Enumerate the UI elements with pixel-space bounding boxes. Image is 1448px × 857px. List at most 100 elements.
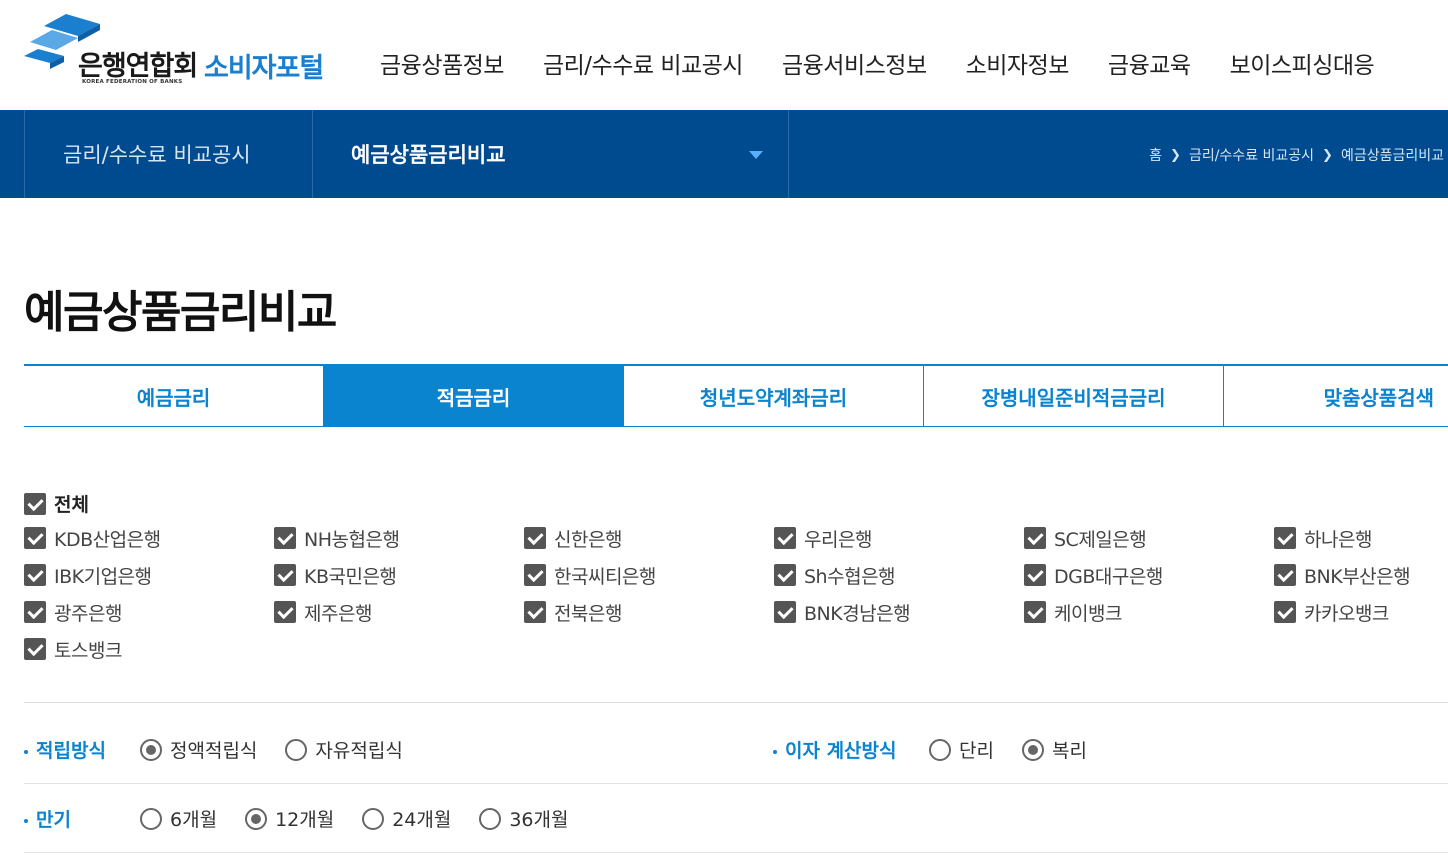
checkbox[interactable] xyxy=(524,527,546,549)
bank-label: 케이뱅크 xyxy=(1054,602,1122,625)
breadcrumb-section[interactable]: 금리/수수료 비교공시 xyxy=(1189,145,1314,165)
checkbox[interactable] xyxy=(24,527,46,549)
bank-label: 카카오뱅크 xyxy=(1304,602,1389,625)
global-nav: 금융상품정보 금리/수수료 비교공시 금융서비스정보 소비자정보 금융교육 보이… xyxy=(380,46,1413,80)
bank-checkbox[interactable]: 카카오뱅크 xyxy=(1274,600,1448,625)
term-radio-group: 6개월 12개월 24개월 36개월 xyxy=(140,805,596,832)
bank-checkbox[interactable]: 제주은행 xyxy=(274,600,524,625)
check-all[interactable]: 전체 xyxy=(24,490,89,517)
breadcrumb-home[interactable]: 홈 xyxy=(1149,145,1162,165)
bank-checkbox[interactable]: 광주은행 xyxy=(24,600,274,625)
checkbox[interactable] xyxy=(274,564,296,586)
interest-method-label: 이자 계산방식 xyxy=(773,736,897,763)
gnb-item-education[interactable]: 금융교육 xyxy=(1108,46,1191,80)
radio-label: 36개월 xyxy=(509,809,569,831)
radio-button[interactable] xyxy=(362,807,385,830)
bank-label: 제주은행 xyxy=(304,602,372,625)
checkbox[interactable] xyxy=(24,564,46,586)
radio-button[interactable] xyxy=(479,807,502,830)
bank-checkbox[interactable]: 우리은행 xyxy=(774,526,1024,551)
bank-checkbox[interactable]: IBK기업은행 xyxy=(24,563,274,588)
radio-compound-interest[interactable]: 복리 xyxy=(1021,736,1087,763)
divider xyxy=(24,852,1448,853)
checkbox[interactable] xyxy=(24,638,46,660)
bullet-icon xyxy=(773,749,777,754)
radio-label: 자유적립식 xyxy=(315,740,403,762)
bank-checkbox[interactable]: 한국씨티은행 xyxy=(524,563,774,588)
subnav-section[interactable]: 금리/수수료 비교공시 xyxy=(24,110,313,198)
checkbox[interactable] xyxy=(1274,527,1296,549)
checkbox[interactable] xyxy=(274,527,296,549)
check-all-checkbox[interactable] xyxy=(24,492,46,515)
checkbox[interactable] xyxy=(1274,601,1296,623)
bank-label: 전북은행 xyxy=(554,602,622,625)
divider xyxy=(24,783,1448,784)
radio-button[interactable] xyxy=(140,807,162,830)
bank-checkbox[interactable]: NH농협은행 xyxy=(274,526,524,551)
radio-button[interactable] xyxy=(929,738,951,761)
site-header: 은행연합회 KOREA FEDERATION OF BANKS 소비자포털 금융… xyxy=(0,0,1448,110)
radio-button-selected[interactable] xyxy=(245,807,268,830)
gnb-item-voice-phishing[interactable]: 보이스피싱대응 xyxy=(1230,46,1375,80)
radio-button-selected[interactable] xyxy=(140,738,162,761)
radio-label: 복리 xyxy=(1051,740,1087,762)
gnb-item-products[interactable]: 금융상품정보 xyxy=(380,46,504,80)
checkbox[interactable] xyxy=(24,601,46,623)
tab-custom-search[interactable]: 맞춤상품검색 xyxy=(1224,366,1448,426)
radio-term-6[interactable]: 6개월 xyxy=(140,805,217,832)
tab-deposit-rate[interactable]: 예금금리 xyxy=(24,366,324,426)
bank-checkbox[interactable]: DGB대구은행 xyxy=(1024,563,1274,588)
checkbox[interactable] xyxy=(274,601,296,623)
checkbox[interactable] xyxy=(1024,527,1046,549)
bank-checkbox[interactable]: BNK경남은행 xyxy=(774,600,1024,625)
radio-label: 6개월 xyxy=(170,809,218,831)
tab-savings-rate[interactable]: 적금금리 xyxy=(324,366,624,426)
radio-button-selected[interactable] xyxy=(1021,738,1044,761)
radio-fixed-installment[interactable]: 정액적립식 xyxy=(140,736,257,763)
bank-checkbox[interactable]: 토스뱅크 xyxy=(24,637,274,662)
bank-label: Sh수협은행 xyxy=(804,565,896,588)
check-all-label: 전체 xyxy=(54,494,89,516)
radio-free-installment[interactable]: 자유적립식 xyxy=(285,736,403,763)
radio-simple-interest[interactable]: 단리 xyxy=(929,736,994,763)
interest-method-radio-group: 단리 복리 xyxy=(929,736,1115,763)
logo-portal-title: 소비자포털 xyxy=(204,53,324,84)
bank-checkbox[interactable]: KB국민은행 xyxy=(274,563,524,588)
checkbox[interactable] xyxy=(774,527,796,549)
checkbox[interactable] xyxy=(774,564,796,586)
bank-checkbox-list: KDB산업은행 NH농협은행 신한은행 우리은행 SC제일은행 하나은행 IBK… xyxy=(24,526,1448,662)
bank-label: BNK경남은행 xyxy=(804,602,911,625)
bank-checkbox[interactable]: 전북은행 xyxy=(524,600,774,625)
subnav-current-dropdown[interactable]: 예금상품금리비교 xyxy=(312,110,789,198)
checkbox[interactable] xyxy=(1024,601,1046,623)
bank-label: SC제일은행 xyxy=(1054,528,1147,551)
bank-checkbox[interactable]: Sh수협은행 xyxy=(774,563,1024,588)
gnb-item-consumer-info[interactable]: 소비자정보 xyxy=(966,46,1070,80)
bank-checkbox[interactable]: KDB산업은행 xyxy=(24,526,274,551)
term-label: 만기 xyxy=(24,805,71,832)
radio-button[interactable] xyxy=(285,738,308,761)
checkbox[interactable] xyxy=(524,564,546,586)
tab-youth-account-rate[interactable]: 청년도약계좌금리 xyxy=(624,366,924,426)
radio-term-36[interactable]: 36개월 xyxy=(479,805,568,832)
tab-soldier-savings-rate[interactable]: 장병내일준비적금금리 xyxy=(924,366,1224,426)
bank-checkbox[interactable]: 하나은행 xyxy=(1274,526,1448,551)
radio-term-24[interactable]: 24개월 xyxy=(362,805,451,832)
checkbox[interactable] xyxy=(1274,564,1296,586)
bank-checkbox[interactable]: 신한은행 xyxy=(524,526,774,551)
bank-checkbox[interactable]: SC제일은행 xyxy=(1024,526,1274,551)
logo-title: 은행연합회 xyxy=(78,51,198,82)
checkbox[interactable] xyxy=(774,601,796,623)
bullet-icon xyxy=(24,818,28,823)
checkbox[interactable] xyxy=(524,601,546,623)
logo-subtitle: KOREA FEDERATION OF BANKS xyxy=(82,79,183,85)
subnav-current-label: 예금상품금리비교 xyxy=(351,143,506,167)
gnb-item-services[interactable]: 금융서비스정보 xyxy=(782,46,927,80)
bank-checkbox[interactable]: 케이뱅크 xyxy=(1024,600,1274,625)
checkbox[interactable] xyxy=(1024,564,1046,586)
bullet-icon xyxy=(24,749,28,754)
gnb-item-rate-compare[interactable]: 금리/수수료 비교공시 xyxy=(543,46,744,80)
radio-term-12[interactable]: 12개월 xyxy=(245,805,334,832)
bank-checkbox[interactable]: BNK부산은행 xyxy=(1274,563,1448,588)
site-logo[interactable]: 은행연합회 KOREA FEDERATION OF BANKS 소비자포털 xyxy=(24,12,344,92)
